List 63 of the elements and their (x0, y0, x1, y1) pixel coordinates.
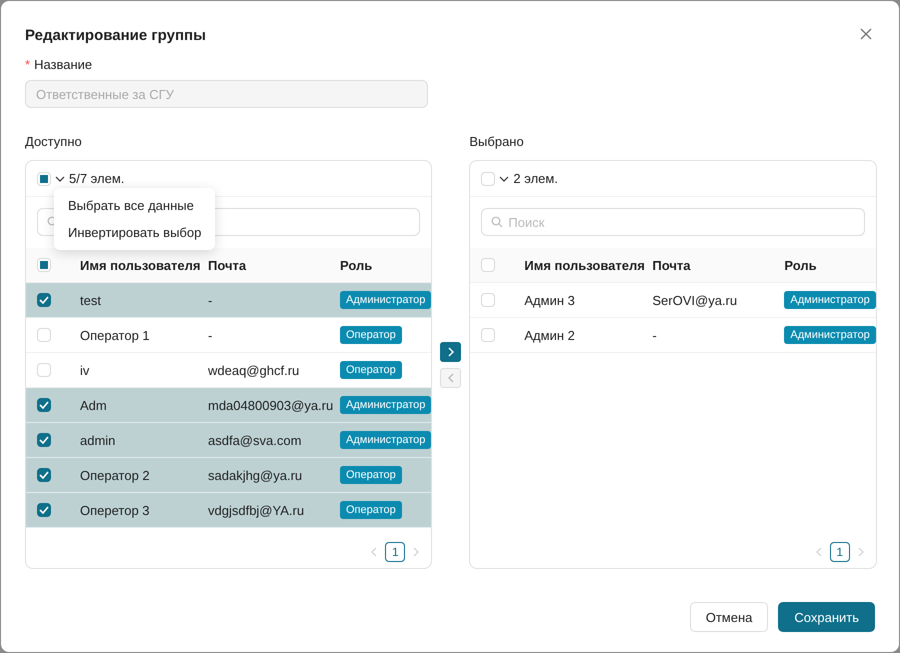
email: asdfa@sva.com (208, 432, 302, 448)
chevron-right-icon (446, 346, 455, 356)
table-row[interactable]: Оператор 2 sadakjhg@ya.ru Оператор (26, 458, 432, 493)
email: vdgjsdfbj@YA.ru (208, 502, 306, 518)
user-name: Оперетор 3 (80, 502, 151, 518)
page-button[interactable]: 1 (830, 542, 850, 562)
page-button[interactable]: 1 (385, 542, 406, 562)
chevron-left-icon (446, 372, 455, 382)
panel-label: Выбрано (469, 134, 525, 151)
table-row[interactable]: Adm mda04800903@ya.ru Администратор (26, 388, 432, 423)
column-header: Имя пользователя (80, 258, 202, 272)
user-name: Adm (80, 398, 108, 412)
table-row[interactable]: admin asdfa@sva.com Администратор (26, 423, 432, 458)
field-label: Название (34, 57, 92, 72)
role-tag: Оператор (340, 466, 402, 484)
column-header: Роль (784, 258, 818, 272)
email: mda04800903@ya.ru (208, 398, 334, 412)
email: - (208, 292, 214, 308)
checkbox[interactable] (37, 503, 51, 517)
chevron-down-icon[interactable] (55, 174, 65, 184)
panel-label: Доступно (25, 134, 83, 151)
email: SerOVI@ya.ru (652, 292, 738, 308)
user-name: iv (80, 362, 90, 378)
save-button[interactable]: Сохранить (778, 602, 875, 632)
chevron-down-icon[interactable] (499, 174, 510, 184)
role-tag: Администратор (340, 291, 432, 309)
role-tag: Администратор (340, 431, 432, 449)
email: wdeaq@ghcf.ru (208, 362, 300, 378)
cancel-button[interactable]: Отмена (690, 602, 768, 632)
user-name: Админ 3 (524, 292, 576, 308)
table-row[interactable]: Оперетор 3 vdgjsdfbj@YA.ru Оператор (26, 493, 432, 528)
role-tag: Администратор (784, 291, 876, 309)
column-header: Почта (652, 258, 692, 272)
menu-item[interactable]: Выбрать все данные (58, 192, 212, 219)
item-count: 5/7 элем. (69, 171, 124, 186)
role-tag: Администратор (784, 326, 876, 344)
item-count: 2 элем. (513, 171, 558, 186)
move-right-button[interactable] (440, 342, 462, 362)
checkbox[interactable] (37, 398, 51, 412)
role-tag: Администратор (340, 396, 432, 414)
menu-item[interactable]: Инвертировать выбор (58, 219, 212, 246)
checkbox[interactable] (37, 293, 51, 307)
dialog-title: Редактирование группы (25, 26, 206, 44)
checkbox[interactable] (37, 468, 51, 482)
table-row[interactable]: test - Администратор (26, 283, 432, 318)
email: - (652, 328, 658, 342)
user-name: Оператор 2 (80, 468, 151, 482)
column-header: Роль (340, 258, 374, 272)
email: sadakjhg@ya.ru (208, 468, 304, 482)
checkbox[interactable] (37, 433, 51, 447)
column-header: Почта (208, 258, 248, 272)
role-tag: Оператор (340, 326, 402, 344)
role-tag: Оператор (340, 361, 402, 379)
email: - (208, 328, 214, 342)
user-name: Админ 2 (524, 328, 576, 342)
column-header: Имя пользователя (524, 258, 646, 272)
search-field[interactable]: Поиск (481, 208, 865, 236)
search-icon (491, 216, 504, 228)
required-mark: * (25, 57, 30, 72)
user-name: admin (80, 432, 116, 448)
role-tag: Оператор (340, 501, 402, 519)
user-name: test (80, 292, 102, 308)
user-name: Оператор 1 (80, 328, 151, 342)
